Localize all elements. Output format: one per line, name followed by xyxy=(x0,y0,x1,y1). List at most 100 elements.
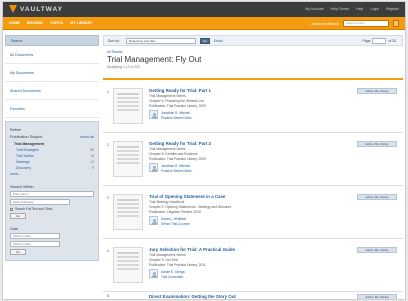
nav-search-area: Advanced Search Search books xyxy=(311,20,399,27)
sidebar-item-my-documents[interactable]: My Documents xyxy=(5,64,99,82)
result-thumbnail[interactable] xyxy=(113,247,143,283)
search-within-go-button[interactable]: Go xyxy=(10,213,26,219)
result-thumbnail[interactable] xyxy=(113,141,143,177)
search-within-title: Search Within xyxy=(10,185,34,189)
full-text-checkbox[interactable]: Search Full Text and Titles xyxy=(10,207,94,211)
sort-select[interactable]: Relevance and date xyxy=(126,38,196,44)
sort-go-button[interactable]: Go xyxy=(200,38,210,44)
result-item: 1. Getting Ready for Trial: Part 1 Trial… xyxy=(103,83,403,133)
pagination: Page of 20 xyxy=(363,38,396,44)
sidebar-item-shared-documents[interactable]: Shared Documents xyxy=(5,82,99,100)
result-item: 5. Direct Examination: Getting the Story… xyxy=(103,293,403,299)
top-link-help-center[interactable]: Help Center xyxy=(330,7,349,11)
results-header: All Results Trial Management: Fly Out Di… xyxy=(103,50,403,77)
top-link-register[interactable]: Register xyxy=(386,7,399,11)
result-chapter: Chapter 2: Opening Statements - Strategy… xyxy=(149,205,232,209)
search-button[interactable] xyxy=(393,20,399,27)
refine-header: Refine xyxy=(10,128,21,132)
page-title: Trial Management: Fly Out xyxy=(107,55,202,64)
result-author[interactable]: Sarah L. Whitfield xyxy=(161,217,186,221)
page-input[interactable] xyxy=(372,38,387,44)
advanced-search-link[interactable]: Advanced Search xyxy=(311,22,339,26)
app-window: VAULTWAY My Account Help Center Help Log… xyxy=(2,1,406,300)
author-avatar-icon xyxy=(149,110,158,119)
nav-tabs: HOME BROWSE TOPICS MY LIBRARY xyxy=(9,21,92,25)
facet-more-link[interactable]: more... xyxy=(10,171,94,177)
add-to-library-button[interactable]: Add to My Library xyxy=(357,88,397,94)
sort-label: Sort by: xyxy=(108,39,120,43)
logo-icon xyxy=(9,5,18,14)
result-item: 4. Jury Selection for Trial: A Practical… xyxy=(103,242,403,292)
result-chapter: Chapter 4: Preparing the Witness List xyxy=(149,99,204,103)
search-within-select[interactable]: Search Results xyxy=(10,199,70,205)
result-number: 3. xyxy=(107,196,110,200)
top-link-account[interactable]: My Account xyxy=(305,7,323,11)
result-title[interactable]: Getting Ready for Trial: Part 2 xyxy=(149,141,211,146)
main-nav: HOME BROWSE TOPICS MY LIBRARY Advanced S… xyxy=(3,17,405,30)
search-within-input[interactable]: Enter terms xyxy=(10,191,94,197)
sidebar-item-all-documents[interactable]: All Documents xyxy=(5,46,99,64)
author-avatar-icon xyxy=(149,269,158,278)
results-toolbar: Sort by: Relevance and date Go Email Pag… xyxy=(103,35,403,46)
result-title[interactable]: Jury Selection for Trial: A Practical Gu… xyxy=(149,247,235,252)
results-count: Displaying 1-10 of 200 xyxy=(107,65,140,69)
tab-browse[interactable]: BROWSE xyxy=(27,21,43,25)
result-author[interactable]: Jonathan R. Mitchell xyxy=(161,164,190,168)
result-series: Trial Management Series xyxy=(149,147,186,151)
refine-panel: Refine Publication Subject show all Tria… xyxy=(5,121,99,261)
result-author-role: Senior Trial Counsel xyxy=(161,222,190,226)
result-publication: Publication: Litigation Review, 2010 xyxy=(149,210,201,214)
date-to-input[interactable]: Select a date xyxy=(10,241,60,247)
result-series: Trial Management Series xyxy=(149,253,186,257)
sidebar-item-favorites[interactable]: Favorites xyxy=(5,100,99,118)
result-author-role: Practice Series Editor xyxy=(161,116,192,120)
top-link-login[interactable]: Login xyxy=(370,7,379,11)
tab-topics[interactable]: TOPICS xyxy=(50,21,63,25)
result-author-role: Practice Series Editor xyxy=(161,169,192,173)
top-bar: VAULTWAY My Account Help Center Help Log… xyxy=(3,2,405,17)
email-link[interactable]: Email xyxy=(214,39,222,43)
subject-facet-title: Publication Subject show all xyxy=(10,135,94,139)
result-chapter: Chapter 3: Voir Dire xyxy=(149,258,178,262)
date-from-input[interactable]: Select a date xyxy=(10,233,60,239)
top-links: My Account Help Center Help Login Regist… xyxy=(305,7,399,11)
author-avatar-icon xyxy=(149,216,158,225)
checkbox-icon xyxy=(10,207,13,211)
author-avatar-icon xyxy=(149,163,158,172)
result-number: 5. xyxy=(107,294,110,298)
add-to-library-button[interactable]: Add to My Library xyxy=(357,194,397,200)
add-to-library-button[interactable]: Add to My Library xyxy=(357,247,397,253)
search-input[interactable]: Search books xyxy=(343,20,389,27)
result-chapter: Chapter 5: Exhibits and Evidence xyxy=(149,152,198,156)
result-thumbnail[interactable] xyxy=(113,88,143,124)
result-author[interactable]: Jonathan R. Mitchell xyxy=(161,111,190,115)
result-item: 2. Getting Ready for Trial: Part 2 Trial… xyxy=(103,136,403,186)
sidebar: Search All Documents My Documents Shared… xyxy=(5,35,99,299)
breadcrumb[interactable]: All Results xyxy=(107,50,403,54)
tab-my-library[interactable]: MY LIBRARY xyxy=(70,21,92,25)
result-number: 4. xyxy=(107,249,110,253)
date-go-button[interactable]: Go xyxy=(10,249,26,255)
result-author[interactable]: Daniel K. Ortega xyxy=(161,270,185,274)
result-publication: Publication: Trial Practice Library, 200… xyxy=(149,157,206,161)
subject-show-all-link[interactable]: show all xyxy=(80,135,94,139)
top-link-help[interactable]: Help xyxy=(356,7,363,11)
result-series: Trial Management Series xyxy=(149,94,186,98)
result-number: 2. xyxy=(107,143,110,147)
divider xyxy=(103,78,403,80)
add-to-library-button[interactable]: Add to My Library xyxy=(357,141,397,147)
page-label: Page xyxy=(362,39,371,43)
page-count: of 20 xyxy=(388,39,396,43)
result-title[interactable]: Direct Examination: Getting the Story Ou… xyxy=(149,294,236,299)
result-item: 3. Trial of Opening Statement in a Case … xyxy=(103,189,403,239)
result-author-role: Trial Consultant xyxy=(161,275,184,279)
result-thumbnail[interactable] xyxy=(113,194,143,230)
result-publication: Publication: Trial Practice Library, 201… xyxy=(149,263,206,267)
tab-home[interactable]: HOME xyxy=(9,21,20,25)
add-to-library-button[interactable]: Add to My Library xyxy=(357,294,397,299)
result-title[interactable]: Getting Ready for Trial: Part 1 xyxy=(149,88,211,93)
logo-text: VAULTWAY xyxy=(20,6,63,13)
logo[interactable]: VAULTWAY xyxy=(9,5,63,14)
result-title[interactable]: Trial of Opening Statement in a Case xyxy=(149,194,225,199)
result-series: Trial Strategy Handbook xyxy=(149,200,185,204)
